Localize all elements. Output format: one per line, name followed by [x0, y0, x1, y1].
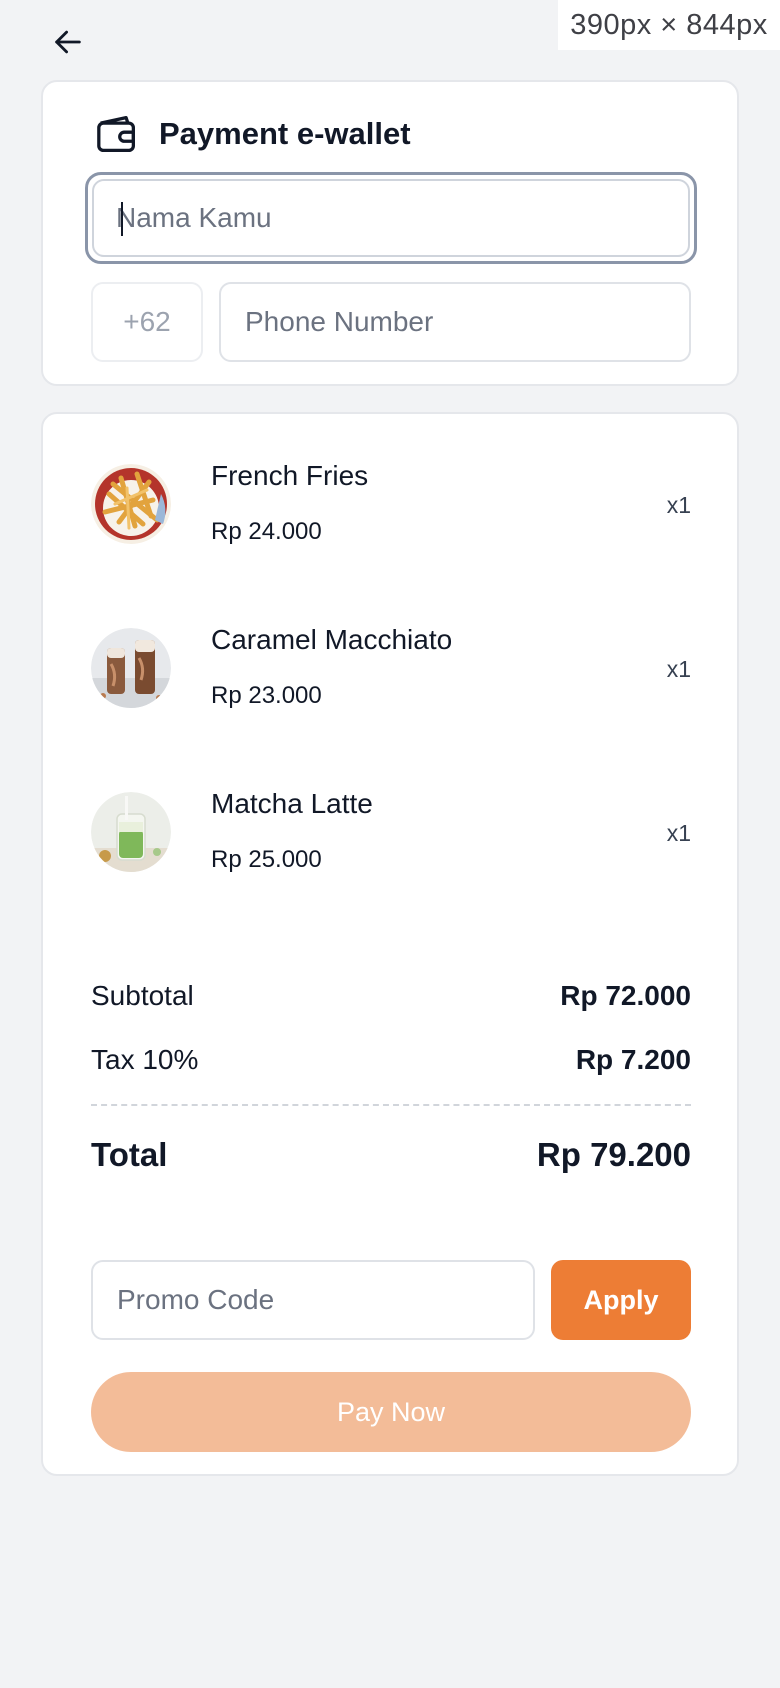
total-row: Total Rp 79.200 — [91, 1136, 691, 1174]
item-quantity: x1 — [666, 656, 691, 682]
item-price: Rp 25.000 — [211, 846, 322, 873]
pay-now-button[interactable]: Pay Now — [91, 1372, 691, 1452]
subtotal-row: Subtotal Rp 72.000 — [91, 980, 691, 1012]
name-field-focus-ring — [85, 172, 697, 264]
item-name: Caramel Macchiato — [211, 624, 453, 655]
tax-value: Rp 7.200 — [575, 1044, 691, 1075]
list-item: Matcha Latte Rp 25.000 x1 — [91, 788, 691, 876]
phone-number-input[interactable] — [219, 282, 691, 362]
item-quantity: x1 — [666, 492, 691, 518]
promo-code-input[interactable] — [91, 1260, 535, 1340]
summary-divider — [91, 1104, 691, 1106]
caramel-macchiato-image — [91, 628, 171, 708]
item-name: French Fries — [211, 460, 369, 491]
total-label: Total — [91, 1136, 168, 1173]
french-fries-image — [91, 464, 171, 544]
payment-wallet-card: Payment e-wallet +62 — [41, 80, 739, 386]
order-summary-card: French Fries Rp 24.000 x1 Caramel Macchi… — [41, 412, 739, 1476]
matcha-latte-image — [91, 792, 171, 872]
arrow-left-icon — [55, 30, 81, 54]
apply-promo-button[interactable]: Apply — [551, 1260, 691, 1340]
subtotal-value: Rp 72.000 — [560, 980, 691, 1011]
viewport-size-label: 390px × 844px — [558, 0, 780, 50]
tax-row: Tax 10% Rp 7.200 — [91, 1044, 691, 1076]
subtotal-label: Subtotal — [91, 980, 194, 1011]
item-quantity: x1 — [666, 820, 691, 846]
wallet-icon — [95, 112, 139, 156]
name-input[interactable] — [92, 179, 690, 257]
item-price: Rp 24.000 — [211, 518, 322, 545]
total-value: Rp 79.200 — [536, 1136, 691, 1173]
item-name: Matcha Latte — [211, 788, 373, 819]
list-item: Caramel Macchiato Rp 23.000 x1 — [91, 624, 691, 712]
wallet-title: Payment e-wallet — [159, 116, 411, 151]
text-caret — [121, 202, 123, 236]
phone-prefix: +62 — [91, 282, 203, 362]
item-price: Rp 23.000 — [211, 682, 322, 709]
list-item: French Fries Rp 24.000 x1 — [91, 460, 691, 548]
tax-label: Tax 10% — [91, 1044, 199, 1075]
wallet-header: Payment e-wallet — [95, 112, 411, 156]
back-button[interactable] — [46, 20, 90, 64]
